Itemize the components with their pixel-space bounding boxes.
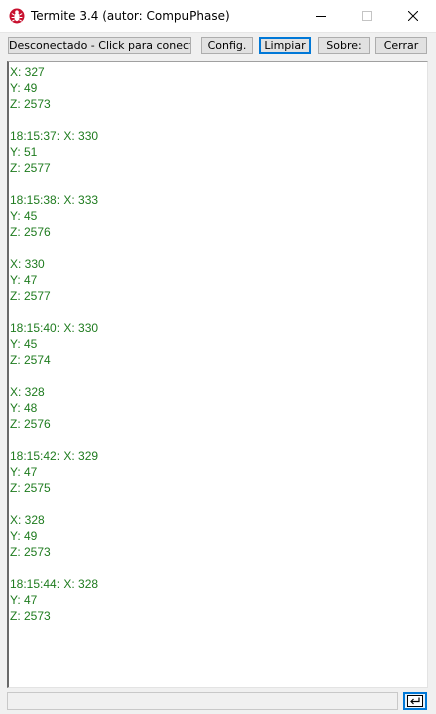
- log-line: Y: 45: [10, 209, 38, 223]
- log-line: Z: 2577: [10, 289, 51, 303]
- log-line: 18:15:42: X: 329: [10, 449, 99, 463]
- command-bar: [0, 688, 436, 714]
- log-line: Z: 2575: [10, 481, 51, 495]
- log-line: Z: 2573: [10, 545, 51, 559]
- log-line: 18:15:40: X: 330: [10, 321, 99, 335]
- log-lines: X: 327 Y: 49 Z: 2573 18:15:37: X: 330 Y: 51 Z…: [9, 62, 427, 624]
- log-line: Y: 51: [10, 145, 38, 159]
- enter-return-icon: [407, 695, 423, 707]
- log-line: Y: 45: [10, 337, 38, 351]
- connect-button[interactable]: Desconectado - Click para conectar: [8, 37, 191, 54]
- log-line: Y: 49: [10, 529, 38, 543]
- close-app-button[interactable]: Cerrar: [375, 37, 427, 54]
- log-line: Z: 2573: [10, 609, 51, 623]
- minimize-icon: [316, 16, 326, 17]
- log-line: Y: 47: [10, 593, 38, 607]
- command-input[interactable]: [7, 692, 398, 710]
- about-button[interactable]: Sobre:: [318, 37, 370, 54]
- log-line: Y: 49: [10, 81, 38, 95]
- send-button[interactable]: [403, 692, 427, 710]
- maximize-icon: [362, 11, 372, 21]
- minimize-button[interactable]: [298, 0, 344, 32]
- log-line: X: 327: [10, 65, 45, 79]
- log-line: Z: 2574: [10, 353, 51, 367]
- log-line: X: 328: [10, 513, 45, 527]
- config-button[interactable]: Config.: [201, 37, 253, 54]
- log-line: Y: 47: [10, 465, 38, 479]
- log-line: Z: 2576: [10, 417, 51, 431]
- log-line: 18:15:37: X: 330: [10, 129, 99, 143]
- window-title: Termite 3.4 (autor: CompuPhase): [31, 9, 230, 23]
- log-line: Z: 2577: [10, 161, 51, 175]
- close-window-button[interactable]: [390, 0, 436, 32]
- toolbar: Desconectado - Click para conectar Confi…: [0, 32, 436, 60]
- terminal-output[interactable]: X: 327 Y: 49 Z: 2573 18:15:37: X: 330 Y: 51 Z…: [7, 61, 428, 688]
- log-line: 18:15:44: X: 328: [10, 577, 99, 591]
- title-bar: Termite 3.4 (autor: CompuPhase): [0, 0, 436, 33]
- maximize-button[interactable]: [344, 0, 390, 32]
- close-icon: [408, 11, 418, 21]
- log-line: Y: 47: [10, 273, 38, 287]
- log-line: Y: 48: [10, 401, 38, 415]
- log-line: X: 328: [10, 385, 45, 399]
- log-line: 18:15:38: X: 333: [10, 193, 99, 207]
- log-line: Z: 2576: [10, 225, 51, 239]
- termite-app-icon: [9, 8, 25, 24]
- log-line: X: 330: [10, 257, 45, 271]
- log-line: Z: 2573: [10, 97, 51, 111]
- clear-button[interactable]: Limpiar: [259, 37, 311, 54]
